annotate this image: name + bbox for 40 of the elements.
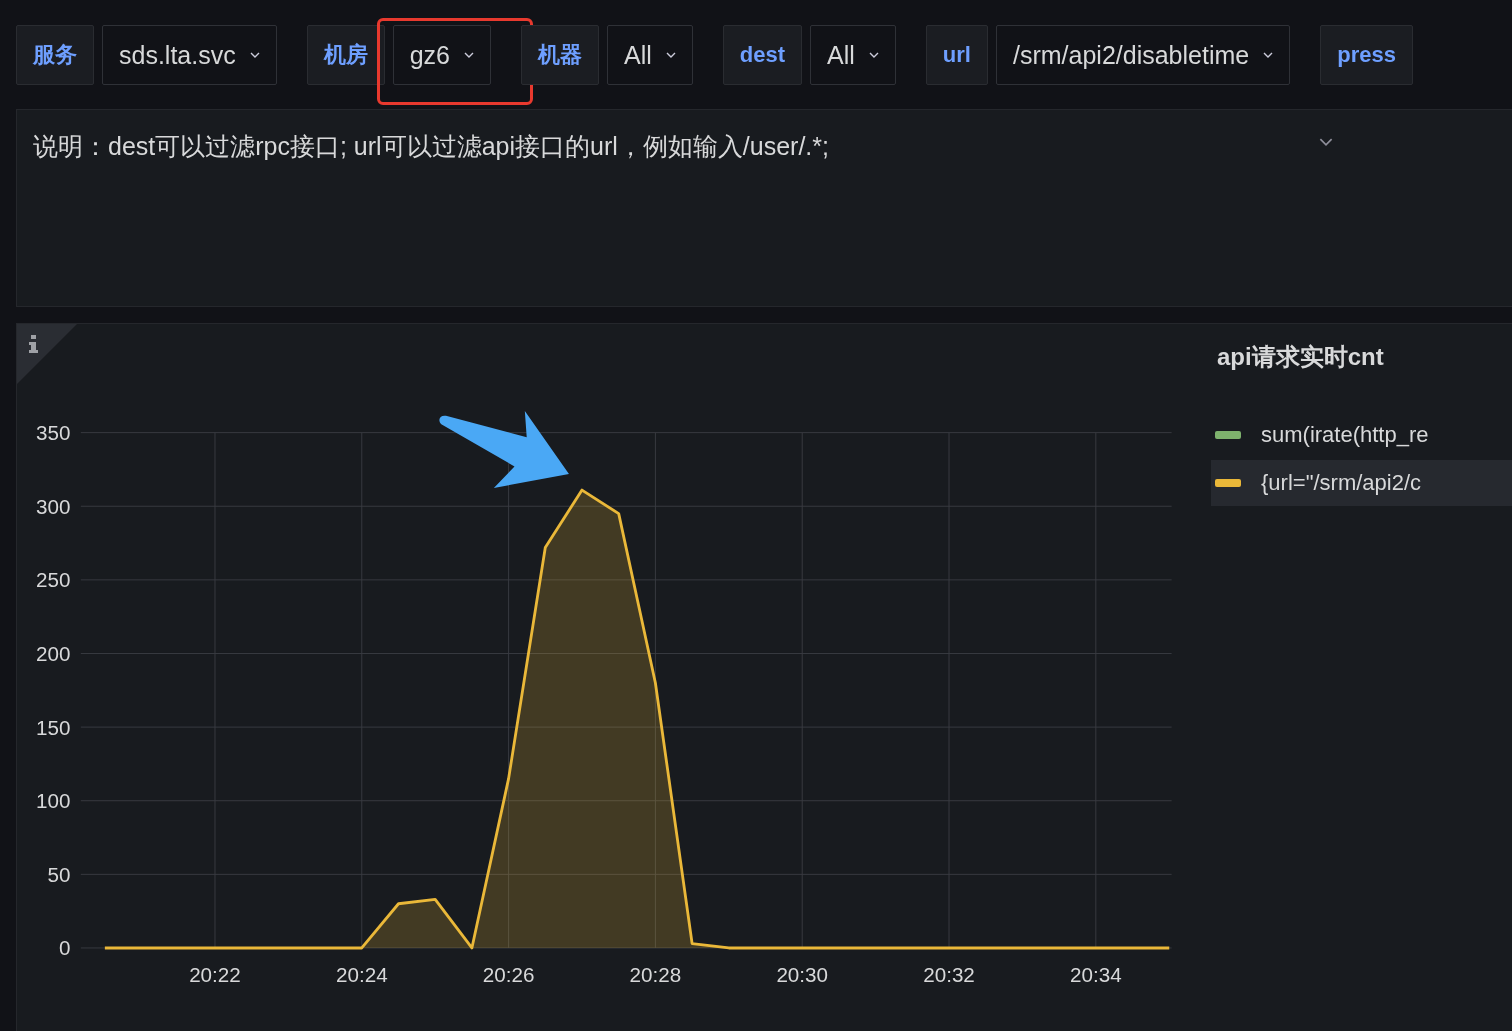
x-axis-label: 20:34 <box>1070 962 1122 986</box>
y-axis-label: 250 <box>36 568 71 592</box>
x-axis-label: 20:30 <box>776 962 829 986</box>
x-axis-label: 20:26 <box>482 962 535 986</box>
y-axis-label: 300 <box>36 494 71 518</box>
variable-label: 机房 <box>306 25 385 85</box>
chevron-down-icon[interactable] <box>1319 138 1333 147</box>
panel-title: api请求实时cnt <box>1217 342 1384 372</box>
legend-label: sum(irate(http_re <box>1261 422 1429 448</box>
y-axis-label: 350 <box>36 421 71 445</box>
variable-dropdown[interactable]: All <box>607 25 693 85</box>
chevron-down-icon <box>464 52 474 58</box>
variable-dropdown[interactable]: All <box>810 25 896 85</box>
y-axis-label: 50 <box>47 862 71 886</box>
x-axis-label: 20:28 <box>629 962 682 986</box>
legend-item[interactable]: sum(irate(http_re <box>1211 412 1512 458</box>
chevron-down-icon <box>249 52 260 58</box>
info-corner-icon[interactable] <box>17 324 77 384</box>
arrow-icon <box>439 411 569 488</box>
y-axis-label: 200 <box>36 642 71 665</box>
variable-dropdown[interactable]: /srm/api2/disabletime <box>996 25 1291 85</box>
x-axis-label: 20:24 <box>335 962 388 986</box>
legend-label: {url="/srm/api2/c <box>1261 470 1422 496</box>
y-axis-label: 0 <box>59 936 71 960</box>
x-axis-label: 20:32 <box>923 962 975 986</box>
variable-label: 服务 <box>16 25 94 85</box>
legend-item[interactable]: {url="/srm/api2/c <box>1211 460 1512 506</box>
variable-dropdown[interactable]: gz6 <box>392 25 491 85</box>
chevron-down-icon <box>665 52 676 58</box>
chevron-down-icon <box>1263 52 1274 58</box>
chevron-down-icon <box>868 52 879 58</box>
variable-label: press <box>1320 25 1413 85</box>
variable-label: 机器 <box>521 25 599 85</box>
y-axis-label: 150 <box>36 715 71 739</box>
variable-label: url <box>925 25 988 85</box>
variable-dropdown[interactable]: sds.lta.svc <box>102 25 277 85</box>
y-axis-label: 100 <box>36 789 71 813</box>
variable-label: dest <box>722 25 803 85</box>
x-axis-label: 20:22 <box>189 962 241 986</box>
description-text: 说明：dest可以过滤rpc接口; url可以过滤api接口的url，例如输入/user/.*; <box>33 132 829 160</box>
